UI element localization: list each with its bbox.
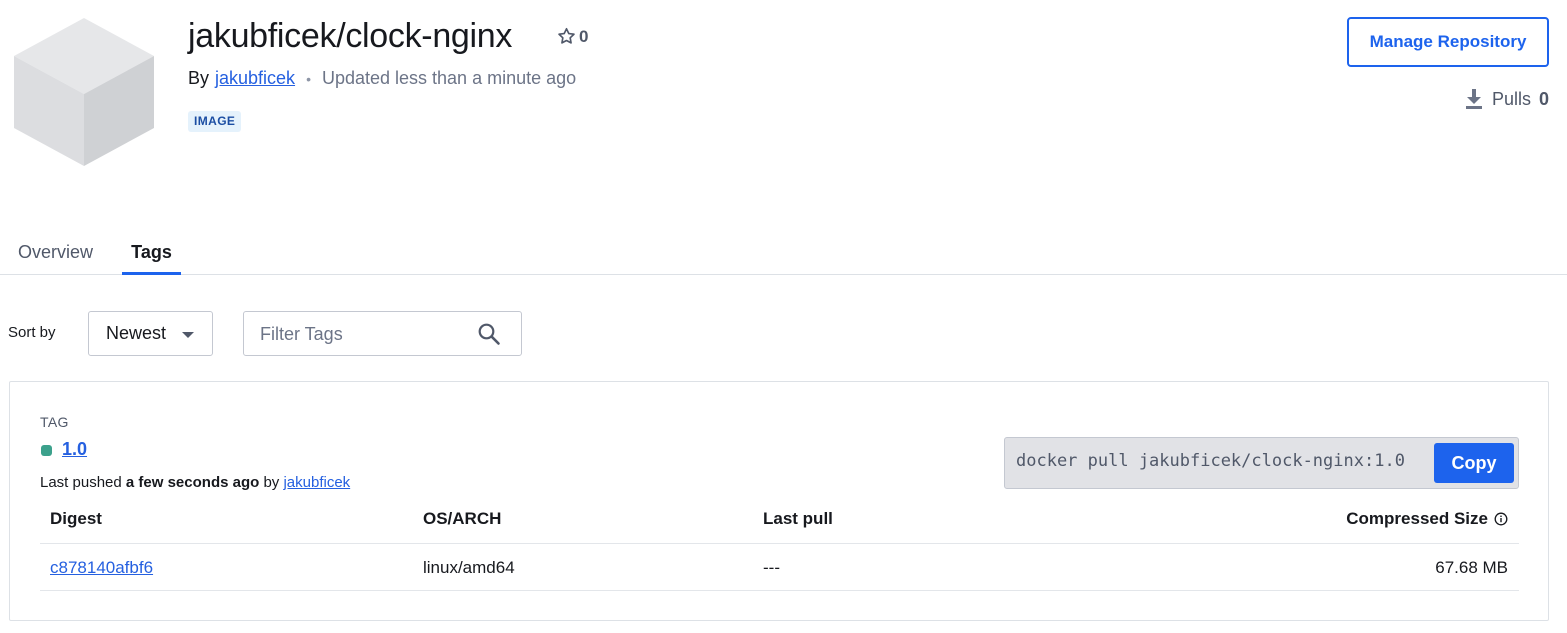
filter-tags-input[interactable] — [244, 312, 482, 357]
separator-dot: • — [306, 70, 311, 87]
pulls-count: 0 — [1538, 88, 1549, 109]
column-header-digest: Digest — [50, 509, 102, 528]
tag-name-link[interactable]: 1.0 — [62, 439, 87, 460]
tag-status-indicator — [41, 445, 52, 456]
download-icon — [1465, 89, 1482, 109]
search-icon[interactable] — [477, 322, 501, 346]
column-header-os-arch: OS/ARCH — [423, 509, 502, 528]
pulls-counter: Pulls 0 — [1464, 88, 1549, 110]
sort-selected-value: Newest — [106, 323, 167, 343]
table-header-row: Digest OS/ARCH Last pull Compressed Size — [40, 500, 1519, 544]
by-label: By — [188, 68, 210, 88]
repository-cube-icon — [14, 18, 154, 166]
star-icon — [558, 27, 575, 44]
updated-text: Updated less than a minute ago — [321, 68, 577, 88]
tab-tags[interactable]: Tags — [122, 232, 181, 275]
compressed-size-cell: 67.68 MB — [1435, 558, 1508, 577]
digest-link[interactable]: c878140afbf6 — [50, 558, 153, 578]
caret-down-icon — [182, 332, 194, 338]
tab-overview[interactable]: Overview — [18, 232, 93, 274]
tag-column-header: TAG — [40, 414, 69, 430]
sort-by-label: Sort by — [8, 324, 56, 341]
star-button[interactable]: 0 — [556, 26, 588, 47]
star-count: 0 — [579, 26, 589, 46]
os-arch-cell: linux/amd64 — [423, 558, 515, 577]
image-badge: IMAGE — [188, 111, 242, 132]
compressed-size-label: Compressed Size — [1346, 509, 1488, 528]
repository-title: jakubficek/clock-nginx — [188, 17, 513, 55]
byline: By jakubficek • Updated less than a minu… — [188, 68, 576, 89]
last-pull-cell: --- — [763, 558, 780, 577]
table-row: c878140afbf6 linux/amd64 --- 67.68 MB — [40, 544, 1519, 591]
sort-dropdown[interactable]: Newest — [88, 311, 213, 356]
pulls-label: Pulls — [1491, 88, 1531, 109]
info-icon[interactable] — [1494, 512, 1508, 526]
last-pushed-line: Last pushed a few seconds ago by jakubfi… — [40, 474, 350, 491]
column-header-compressed-size: Compressed Size — [1346, 509, 1508, 529]
tab-bar: Overview Tags — [0, 232, 1567, 275]
manage-repository-button[interactable]: Manage Repository — [1347, 17, 1549, 67]
pushed-by-link[interactable]: jakubficek — [283, 474, 350, 491]
owner-link[interactable]: jakubficek — [215, 68, 295, 89]
pull-command-text[interactable]: docker pull jakubficek/clock-nginx:1.0 — [1016, 451, 1405, 471]
column-header-last-pull: Last pull — [763, 509, 833, 528]
pushed-when: a few seconds ago — [125, 474, 260, 491]
tag-card: TAG 1.0 Last pushed a few seconds ago by… — [9, 381, 1549, 621]
pull-command-box: docker pull jakubficek/clock-nginx:1.0 C… — [1004, 437, 1519, 489]
copy-button[interactable]: Copy — [1434, 443, 1514, 483]
pushed-by-label: by — [263, 474, 280, 491]
filter-tags-box — [243, 311, 522, 357]
pushed-prefix: Last pushed — [40, 474, 122, 491]
digest-table: Digest OS/ARCH Last pull Compressed Size… — [40, 500, 1519, 591]
